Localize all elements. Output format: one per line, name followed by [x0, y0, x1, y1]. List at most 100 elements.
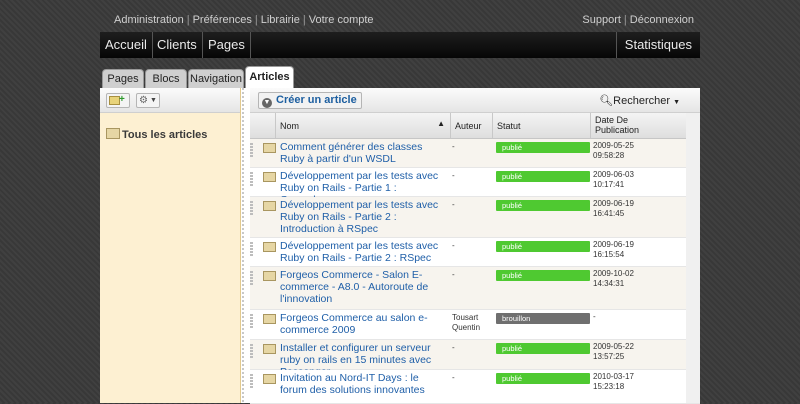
nav-pages[interactable]: Pages	[203, 32, 251, 58]
article-date: -	[593, 312, 596, 321]
tab-blocs[interactable]: Blocs	[145, 69, 187, 88]
table-row[interactable]: Comment générer des classes Ruby à parti…	[250, 139, 700, 168]
drag-handle[interactable]	[250, 201, 253, 215]
tab-navigation[interactable]: Navigation	[188, 69, 244, 88]
column-header-date[interactable]: Date De Publication	[590, 113, 649, 138]
status-badge: publié	[496, 241, 590, 252]
article-icon	[263, 201, 276, 211]
article-title-link[interactable]: Développement par les tests avec Ruby on…	[280, 199, 448, 235]
column-header-nom[interactable]: Nom ▲	[275, 113, 451, 138]
tab-pages[interactable]: Pages	[102, 69, 144, 88]
sidebar: + ⚙ ▼ Tous les articles	[100, 88, 241, 403]
tree-item-label: Tous les articles	[122, 129, 208, 141]
column-header-statut[interactable]: Statut	[492, 113, 591, 138]
table-row[interactable]: Invitation au Nord-IT Days : le forum de…	[250, 370, 700, 404]
administration-link[interactable]: Administration	[114, 14, 184, 26]
article-date: 2009-10-02 14:34:31	[593, 269, 634, 288]
articles-area: ▼ Créer un article 🔍︎Rechercher ▼ Nom ▲ A…	[250, 88, 700, 404]
drag-handle[interactable]	[250, 374, 253, 388]
drag-handle[interactable]	[250, 143, 253, 157]
support-link[interactable]: Support	[582, 14, 621, 26]
status-badge: publié	[496, 171, 590, 182]
article-icon	[263, 242, 276, 252]
table-row[interactable]: Forgeos Commerce au salon e-commerce 200…	[250, 310, 700, 340]
table-row[interactable]: Installer et configurer un serveur ruby …	[250, 340, 700, 378]
column-label: Nom	[280, 121, 300, 131]
nav-accueil[interactable]: Accueil	[100, 32, 153, 58]
column-label: Date De Publication	[595, 115, 640, 135]
vertical-scrollbar[interactable]	[686, 113, 700, 403]
folder-icon	[106, 128, 120, 139]
settings-dropdown-button[interactable]: ⚙ ▼	[136, 93, 160, 108]
status-badge: publié	[496, 142, 590, 153]
article-author: Tousart Quentin	[452, 313, 481, 332]
article-date: 2009-05-25 09:58:28	[593, 141, 634, 160]
article-title-link[interactable]: Invitation au Nord-IT Days : le forum de…	[280, 372, 448, 396]
article-date: 2009-05-22 13:57:25	[593, 342, 634, 361]
article-author: -	[452, 200, 455, 209]
top-left-links: Administration | Préférences | Librairie | Vot…	[114, 14, 374, 26]
main-nav: Accueil Clients Pages Statistiques	[100, 32, 700, 58]
status-badge: publié	[496, 200, 590, 211]
chevron-down-icon: ▼	[150, 97, 157, 104]
article-title-link[interactable]: Forgeos Commerce - Salon E-commerce - A8…	[280, 269, 448, 305]
drag-handle[interactable]	[250, 271, 253, 285]
article-icon	[263, 344, 276, 354]
librairie-link[interactable]: Librairie	[261, 14, 300, 26]
status-badge: brouillon	[496, 313, 590, 324]
search-dropdown[interactable]: 🔍︎Rechercher ▼	[599, 94, 680, 107]
add-folder-button[interactable]: +	[106, 93, 130, 108]
sort-ascending-icon: ▲	[437, 119, 445, 128]
deconnexion-link[interactable]: Déconnexion	[630, 14, 694, 26]
top-right-links: Support | Déconnexion	[582, 14, 694, 26]
nav-clients[interactable]: Clients	[152, 32, 203, 58]
article-author: -	[452, 270, 455, 279]
gear-icon: ⚙	[139, 95, 148, 106]
column-label: Auteur	[455, 121, 482, 131]
drag-handle[interactable]	[250, 314, 253, 328]
search-icon: 🔍︎	[599, 95, 614, 107]
tab-articles[interactable]: Articles	[245, 66, 294, 88]
article-author: -	[452, 373, 455, 382]
article-title-link[interactable]: Comment générer des classes Ruby à parti…	[280, 141, 448, 165]
votre-compte-link[interactable]: Votre compte	[309, 14, 374, 26]
article-author: -	[452, 142, 455, 151]
preferences-link[interactable]: Préférences	[193, 14, 252, 26]
table-row[interactable]: Développement par les tests avec Ruby on…	[250, 238, 700, 267]
article-icon	[263, 271, 276, 281]
article-author: -	[452, 241, 455, 250]
article-date: 2010-03-17 15:23:18	[593, 372, 634, 391]
plus-icon: +	[119, 94, 125, 105]
sidebar-toolbar: + ⚙ ▼	[100, 88, 240, 113]
create-article-button[interactable]: ▼ Créer un article	[258, 92, 362, 109]
article-date: 2009-06-03 10:17:41	[593, 170, 634, 189]
article-author: -	[452, 171, 455, 180]
table-header: Nom ▲ Auteur Statut Date De Publication	[250, 113, 700, 139]
resize-handle[interactable]	[242, 88, 244, 403]
article-date: 2009-06-19 16:41:45	[593, 199, 634, 218]
drag-handle[interactable]	[250, 172, 253, 186]
table-row[interactable]: Développement par les tests avec Ruby on…	[250, 197, 700, 238]
status-badge: publié	[496, 373, 590, 384]
drag-handle[interactable]	[250, 242, 253, 256]
article-icon	[263, 314, 276, 324]
article-icon	[263, 172, 276, 182]
create-article-label: Créer un article	[276, 94, 357, 106]
column-header-auteur[interactable]: Auteur	[450, 113, 493, 138]
down-arrow-icon: ▼	[262, 98, 272, 108]
article-date: 2009-06-19 16:15:54	[593, 240, 634, 259]
tree-item-all-articles[interactable]: Tous les articles	[106, 128, 207, 141]
article-icon	[263, 143, 276, 153]
main-panel: + ⚙ ▼ Tous les articles ▼ Créer un articl…	[100, 88, 700, 404]
article-author: -	[452, 343, 455, 352]
table-row[interactable]: Développement par les tests avec Ruby on…	[250, 168, 700, 206]
table-row[interactable]: Forgeos Commerce - Salon E-commerce - A8…	[250, 267, 700, 310]
chevron-down-icon: ▼	[673, 99, 680, 106]
article-title-link[interactable]: Forgeos Commerce au salon e-commerce 200…	[280, 312, 448, 336]
article-title-link[interactable]: Développement par les tests avec Ruby on…	[280, 240, 448, 264]
nav-statistiques[interactable]: Statistiques	[615, 32, 700, 58]
drag-handle[interactable]	[250, 344, 253, 358]
status-badge: publié	[496, 270, 590, 281]
article-icon	[263, 374, 276, 384]
status-badge: publié	[496, 343, 590, 354]
